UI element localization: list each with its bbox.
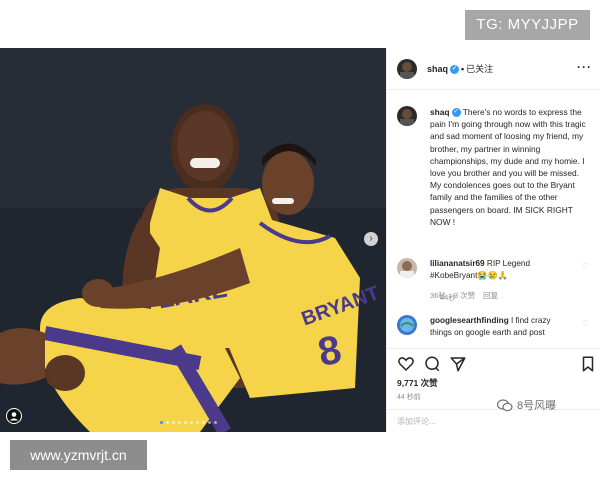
comment-meta: 36秒 3 次赞 回复	[430, 290, 506, 301]
caption-text-block: shaq ✓ There's no words to express the pa…	[430, 106, 590, 228]
comment-username[interactable]: googlesearthfinding	[430, 316, 509, 325]
header-username-line: shaq ✓ • 已关注	[427, 62, 493, 75]
verified-icon: ✓	[450, 65, 460, 75]
comment-time: 36秒	[430, 291, 446, 300]
post-header: shaq ✓ • 已关注 ···	[387, 48, 600, 90]
comment-reply-button[interactable]: 回复	[483, 291, 498, 300]
likes-count[interactable]: 9,771 次赞	[397, 377, 438, 389]
carousel-dot	[178, 421, 181, 424]
carousel-dot	[214, 421, 217, 424]
bottom-watermark: www.yzmvrjt.cn	[10, 440, 147, 470]
comment-text-block: googlesearthfinding I find crazy things …	[430, 315, 570, 339]
caption-username[interactable]: shaq	[430, 107, 450, 117]
avatar[interactable]	[397, 106, 417, 126]
carousel-indicator	[160, 421, 217, 424]
add-comment-input[interactable]: 添加评论...	[397, 416, 436, 427]
carousel-dot	[208, 421, 211, 424]
wechat-account-watermark: 8号风曝	[497, 397, 556, 413]
carousel-dot	[190, 421, 193, 424]
action-bar: 9,771 次赞 44 秒前 添加评论...	[387, 348, 600, 433]
wechat-account-name: 8号风曝	[517, 400, 557, 412]
header-username[interactable]: shaq	[427, 64, 448, 74]
comment-icon[interactable]	[423, 355, 441, 373]
top-watermark: TG: MYYJJPP	[465, 10, 590, 40]
tagged-user-icon[interactable]	[6, 408, 22, 424]
avatar[interactable]	[397, 315, 417, 335]
heart-icon[interactable]: ♡	[582, 319, 589, 328]
share-icon[interactable]	[449, 355, 467, 373]
chevron-right-icon[interactable]: ›	[364, 232, 378, 246]
carousel-dot	[196, 421, 199, 424]
verified-icon: ✓	[451, 108, 461, 118]
carousel-dot	[184, 421, 187, 424]
comment-username[interactable]: liliananatsir69	[430, 259, 485, 268]
avatar[interactable]	[397, 258, 417, 278]
comment-likes[interactable]: 3 次赞	[454, 291, 475, 300]
carousel-dot	[202, 421, 205, 424]
carousel-dot	[160, 421, 163, 424]
caption-body: There's no words to express the pain I'm…	[430, 107, 586, 227]
post-photo[interactable]: LAKERS BRYANT 8	[0, 48, 386, 432]
comment-text-block: liliananatsir69 RIP Legend #KobeBryant😭😢…	[430, 258, 570, 282]
bookmark-icon[interactable]	[579, 355, 597, 373]
post-side-panel: shaq ✓ • 已关注 ··· shaq ✓ There's no words to …	[386, 48, 600, 432]
heart-icon[interactable]: ♡	[582, 262, 589, 271]
heart-icon[interactable]	[397, 355, 415, 373]
avatar[interactable]	[397, 59, 417, 79]
instagram-post: LAKERS BRYANT 8	[0, 48, 600, 432]
comment-item: googlesearthfinding I find crazy things …	[397, 315, 593, 343]
wechat-icon	[497, 398, 513, 411]
carousel-dot	[172, 421, 175, 424]
add-comment-bar: 添加评论...	[387, 409, 600, 434]
post-timestamp: 44 秒前	[397, 394, 421, 401]
basketball-players-photo: LAKERS BRYANT 8	[0, 48, 386, 432]
follow-status-button[interactable]: 已关注	[466, 64, 493, 74]
separator: •	[461, 64, 465, 74]
more-options-icon[interactable]: ···	[577, 60, 592, 74]
carousel-dot	[166, 421, 169, 424]
